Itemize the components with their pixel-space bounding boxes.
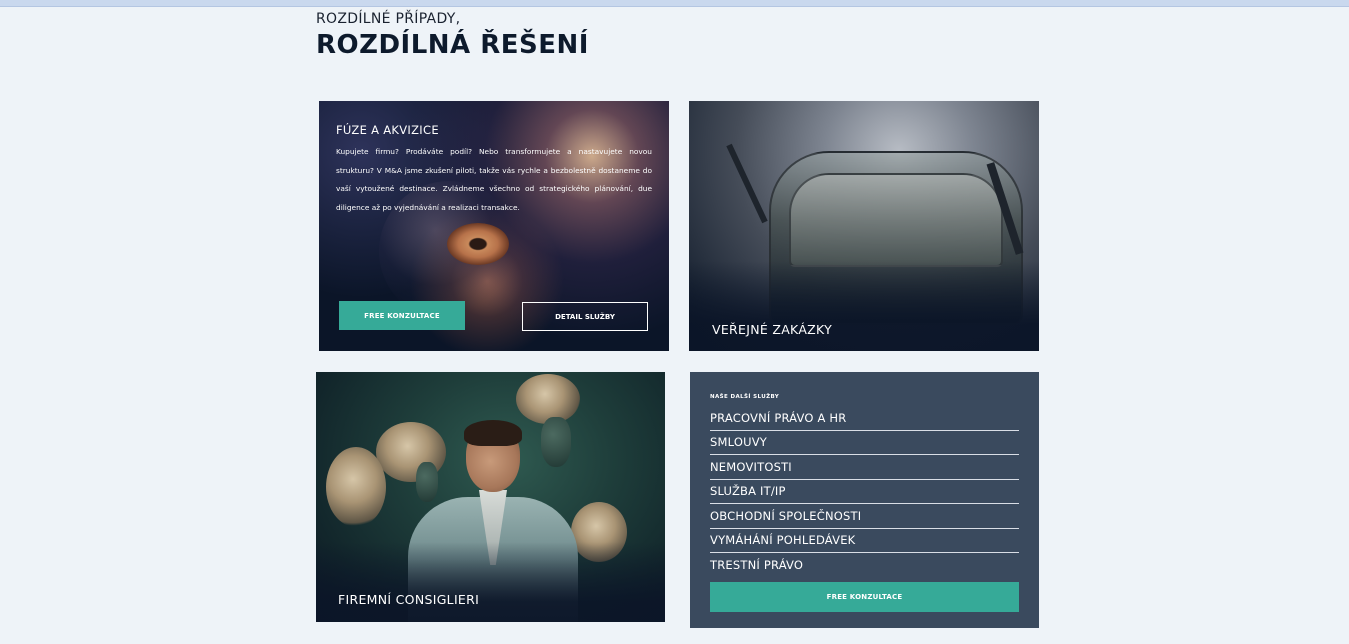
service-card-public-procurement[interactable]: VEŘEJNÉ ZAKÁZKY: [689, 101, 1039, 351]
other-services-list: PRACOVNÍ PRÁVO A HR SMLOUVY NEMOVITOSTI …: [710, 406, 1019, 578]
ma-card-description: Kupujete firmu? Prodáváte podíl? Nebo tr…: [336, 147, 652, 212]
vase-image: [541, 417, 571, 467]
flower-image: [326, 447, 386, 527]
ma-free-consultation-button[interactable]: FREE KONZULTACE: [339, 301, 465, 330]
service-card-consiglieri[interactable]: FIREMNÍ CONSIGLIERI: [316, 372, 665, 622]
public-procurement-title: VEŘEJNÉ ZAKÁZKY: [712, 322, 833, 337]
person-hair-image: [464, 420, 522, 446]
section-title: ROZDÍLNÁ ŘEŠENÍ: [316, 30, 589, 60]
other-services-card: NAŠE DALŠÍ SLUŽBY PRACOVNÍ PRÁVO A HR SM…: [690, 372, 1039, 628]
service-link[interactable]: VYMÁHÁNÍ POHLEDÁVEK: [710, 529, 1019, 553]
bus-windshield: [789, 173, 1003, 267]
card-overlay: [316, 542, 665, 622]
services-free-consultation-button[interactable]: FREE KONZULTACE: [710, 582, 1019, 612]
ma-card-title: FÚZE A AKVIZICE: [336, 123, 439, 137]
other-services-heading: NAŠE DALŠÍ SLUŽBY: [710, 394, 780, 400]
donut-image: [447, 223, 509, 265]
service-link[interactable]: OBCHODNÍ SPOLEČNOSTI: [710, 504, 1019, 529]
ma-service-detail-button[interactable]: DETAIL SLUŽBY: [522, 302, 648, 331]
card-overlay: [689, 261, 1039, 351]
service-link[interactable]: PRACOVNÍ PRÁVO A HR: [710, 406, 1019, 431]
service-link[interactable]: TRESTNÍ PRÁVO: [710, 553, 1019, 578]
vase-image: [416, 462, 438, 502]
service-link[interactable]: SMLOUVY: [710, 431, 1019, 455]
browser-top-edge: [0, 0, 1349, 7]
consiglieri-title: FIREMNÍ CONSIGLIERI: [338, 592, 480, 607]
section-subtitle: ROZDÍLNÉ PŘÍPADY,: [316, 11, 461, 27]
service-link[interactable]: NEMOVITOSTI: [710, 455, 1019, 480]
service-card-ma: FÚZE A AKVIZICE Kupujete firmu? Prodávát…: [319, 101, 669, 351]
bus-mirror-left: [726, 143, 768, 224]
flower-image: [516, 374, 580, 424]
service-link[interactable]: SLUŽBA IT/IP: [710, 480, 1019, 504]
